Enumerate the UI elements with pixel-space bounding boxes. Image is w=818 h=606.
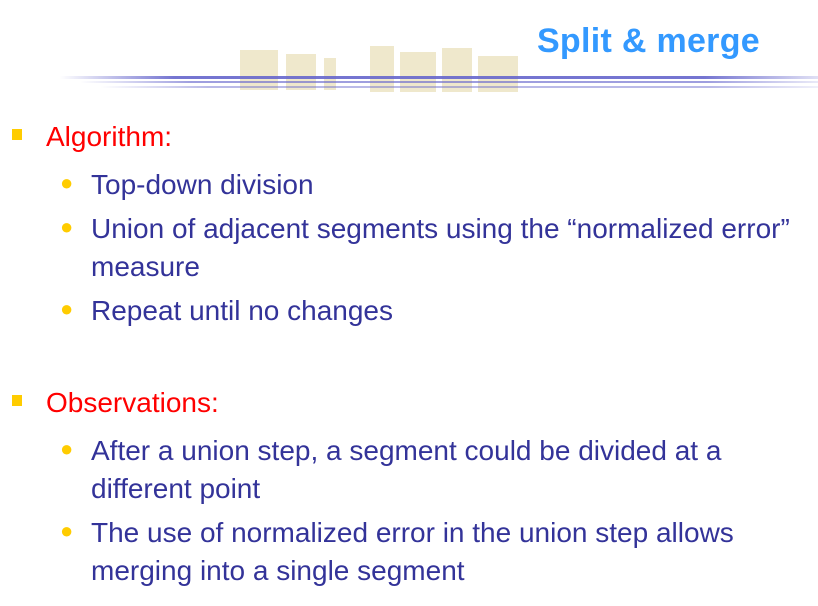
dot-bullet-icon: ● xyxy=(60,436,74,461)
title-underline-rule xyxy=(60,76,818,88)
list-item-text: The use of normalized error in the union… xyxy=(91,517,734,586)
square-bullet-icon xyxy=(12,129,22,140)
list-item-text: Repeat until no changes xyxy=(91,295,393,326)
dot-bullet-icon: ● xyxy=(60,518,74,543)
list-item-text: Union of adjacent segments using the “no… xyxy=(91,213,790,282)
list-item: ● Repeat until no changes xyxy=(0,292,818,330)
section-observations: Observations: ● After a union step, a se… xyxy=(0,386,818,590)
slide-title: Split & merge xyxy=(536,22,760,60)
section-heading: Algorithm: xyxy=(0,120,818,154)
section-heading: Observations: xyxy=(0,386,818,420)
list-item: ● After a union step, a segment could be… xyxy=(0,432,818,508)
list-item-text: After a union step, a segment could be d… xyxy=(91,435,722,504)
list-item: ● Top-down division xyxy=(0,166,818,204)
square-bullet-icon xyxy=(12,395,22,406)
dot-bullet-icon: ● xyxy=(60,170,74,195)
list-item: ● The use of normalized error in the uni… xyxy=(0,514,818,590)
section-algorithm: Algorithm: ● Top-down division ● Union o… xyxy=(0,120,818,330)
dot-bullet-icon: ● xyxy=(60,296,74,321)
heading-text: Observations: xyxy=(46,387,219,418)
heading-text: Algorithm: xyxy=(46,121,173,152)
list-item: ● Union of adjacent segments using the “… xyxy=(0,210,818,286)
dot-bullet-icon: ● xyxy=(60,214,74,239)
list-item-text: Top-down division xyxy=(91,169,314,200)
